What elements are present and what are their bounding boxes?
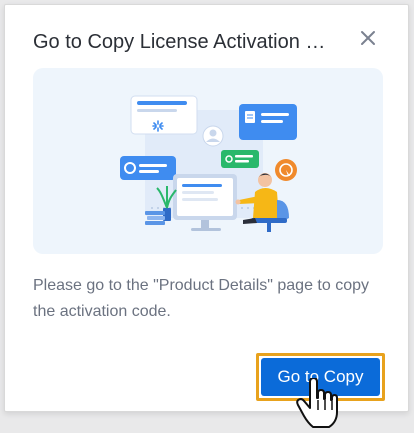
copy-license-dialog: Go to Copy License Activation … Please g…	[4, 4, 409, 412]
hand-pointer-icon	[296, 377, 338, 428]
dialog-title: Go to Copy License Activation …	[33, 31, 326, 53]
dialog-description: Please go to the "Product Details" page …	[33, 277, 370, 320]
license-illustration	[33, 68, 383, 254]
close-icon[interactable]	[357, 27, 379, 49]
